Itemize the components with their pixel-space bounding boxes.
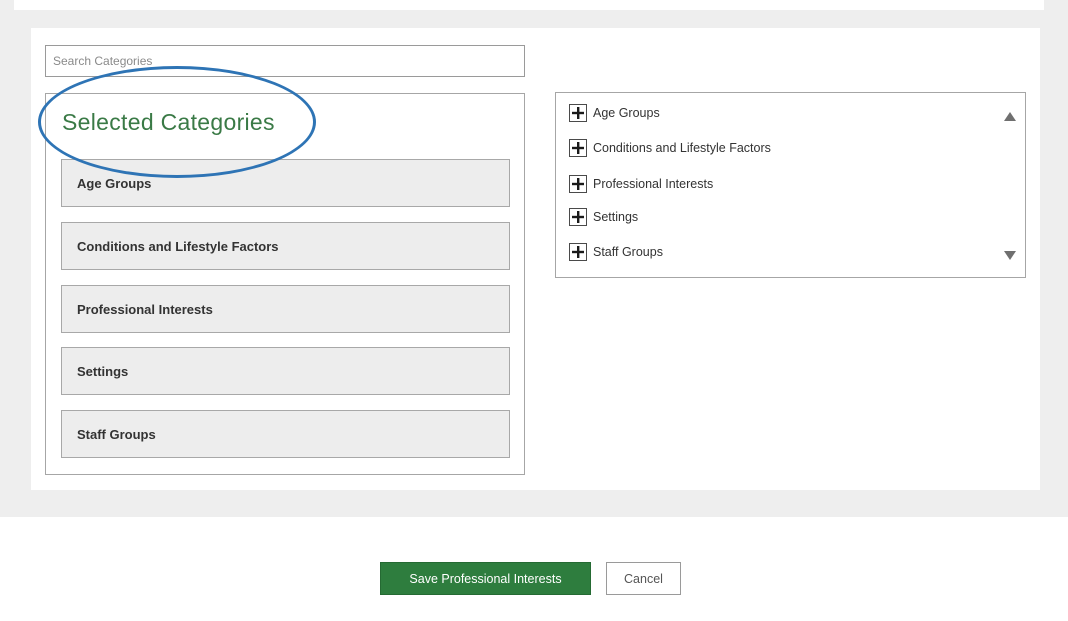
plus-icon[interactable] — [569, 208, 587, 226]
search-categories-input[interactable] — [45, 45, 525, 77]
cancel-button[interactable]: Cancel — [606, 562, 681, 595]
plus-icon[interactable] — [569, 175, 587, 193]
plus-icon[interactable] — [569, 243, 587, 261]
selected-categories-title: Selected Categories — [62, 109, 275, 135]
plus-icon[interactable] — [569, 139, 587, 157]
tree-item-settings[interactable]: Settings — [569, 207, 638, 227]
scroll-down-arrow-icon[interactable] — [1004, 251, 1016, 260]
scroll-up-arrow-icon[interactable] — [1004, 112, 1016, 121]
selected-item-conditions[interactable]: Conditions and Lifestyle Factors — [61, 222, 510, 270]
tree-item-staff-groups[interactable]: Staff Groups — [569, 242, 663, 262]
tree-item-label: Age Groups — [593, 106, 660, 120]
selected-item-staff-groups[interactable]: Staff Groups — [61, 410, 510, 458]
tree-item-label: Conditions and Lifestyle Factors — [593, 141, 771, 155]
tree-item-professional-interests[interactable]: Professional Interests — [569, 174, 713, 194]
plus-icon[interactable] — [569, 104, 587, 122]
tree-item-age-groups[interactable]: Age Groups — [569, 103, 660, 123]
tree-item-label: Settings — [593, 210, 639, 224]
selected-item-professional-interests[interactable]: Professional Interests — [61, 285, 510, 333]
tree-item-conditions[interactable]: Conditions and Lifestyle Factors — [569, 138, 771, 158]
top-card — [14, 0, 1044, 10]
save-professional-interests-button[interactable]: Save Professional Interests — [380, 562, 591, 595]
tree-item-label: Staff Groups — [593, 245, 663, 259]
selected-item-settings[interactable]: Settings — [61, 347, 510, 395]
selected-item-age-groups[interactable]: Age Groups — [61, 159, 510, 207]
tree-item-label: Professional Interests — [593, 177, 714, 191]
